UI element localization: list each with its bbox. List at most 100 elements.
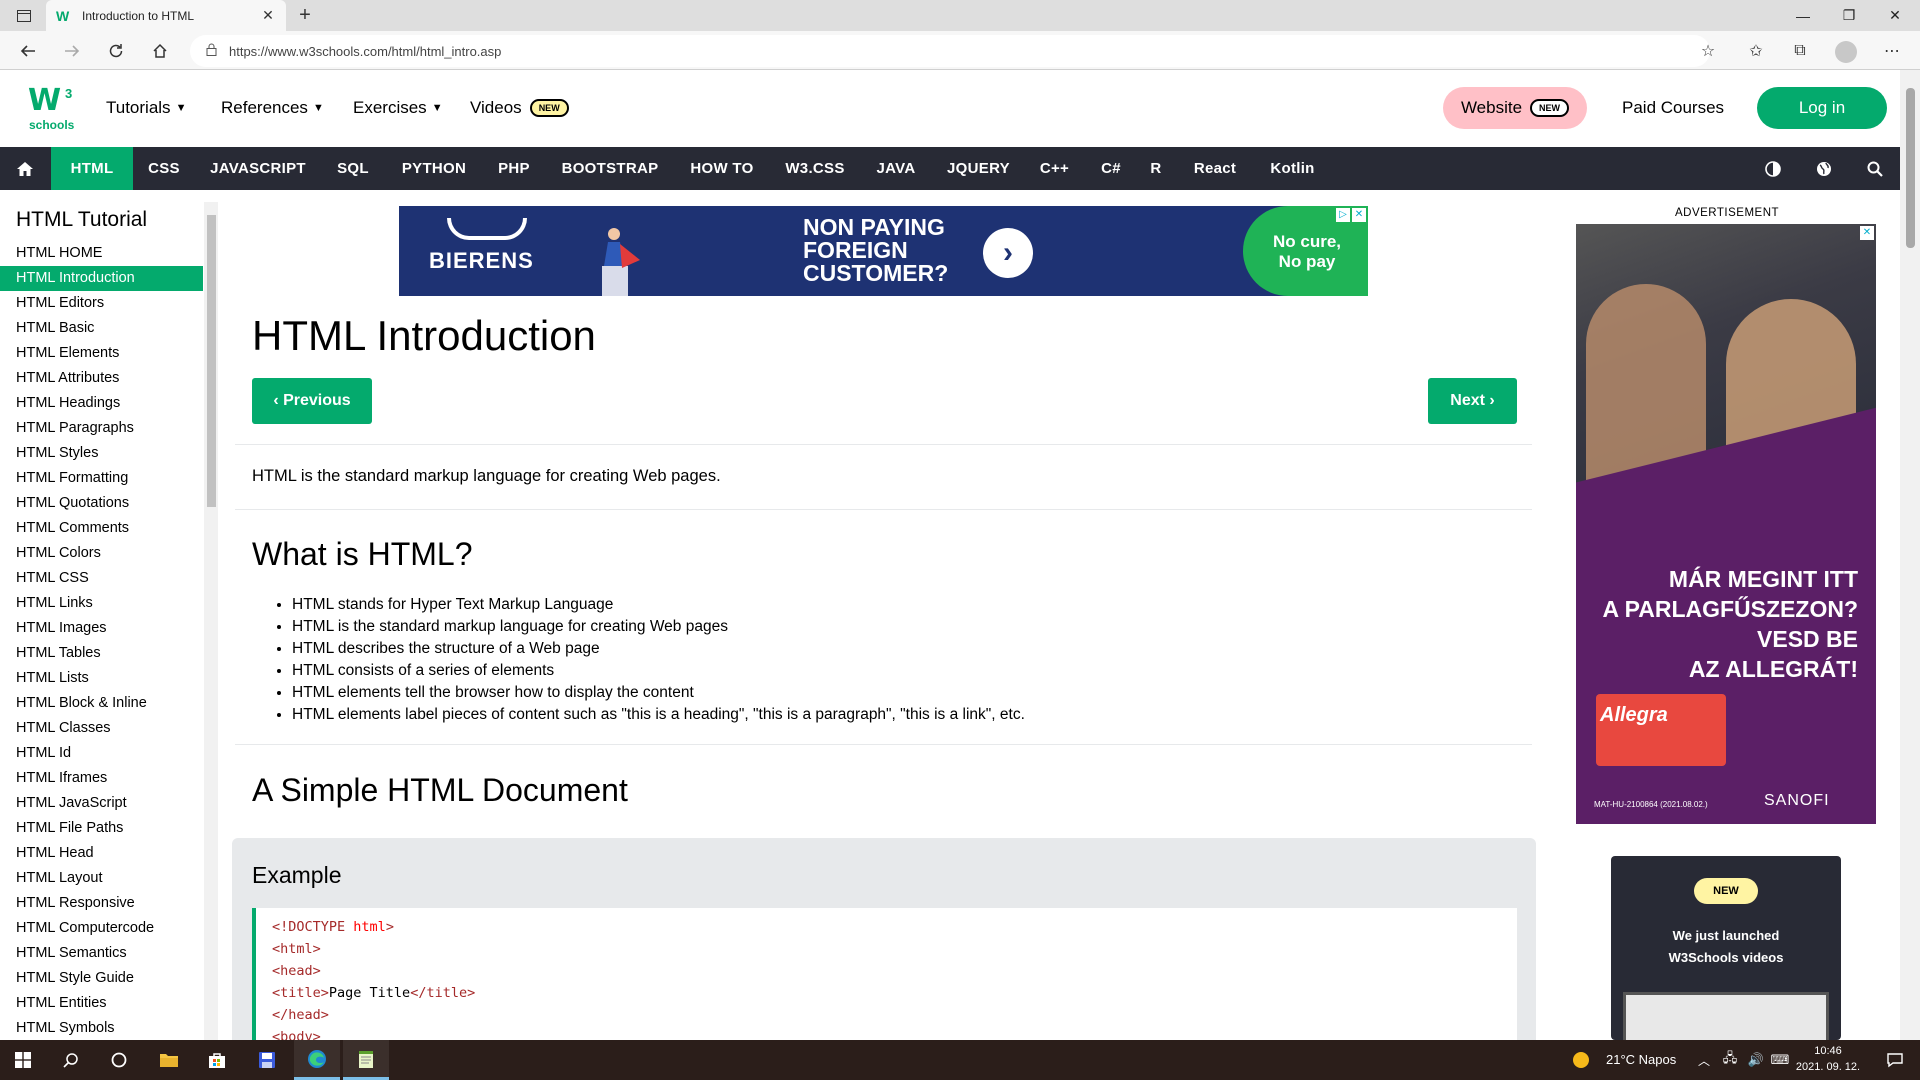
sidebar-item-html-id[interactable]: HTML Id (0, 741, 203, 766)
subnav-r[interactable]: R (1144, 147, 1168, 190)
sidebar-item-html-head[interactable]: HTML Head (0, 841, 203, 866)
sidebar-item-html-headings[interactable]: HTML Headings (0, 391, 203, 416)
url-field[interactable]: https://www.w3schools.com/html/html_intr… (190, 35, 1710, 67)
system-clock[interactable]: 10:46 2021. 09. 12. (1792, 1043, 1864, 1075)
windows-start-icon[interactable] (0, 1040, 46, 1080)
exercises-menu[interactable]: Exercises ▼ (353, 98, 443, 118)
cortana-icon[interactable] (96, 1040, 142, 1080)
sidebar-item-html-images[interactable]: HTML Images (0, 616, 203, 641)
subnav-javascript[interactable]: JAVASCRIPT (203, 147, 313, 190)
top-banner-ad[interactable]: BIERENS NON PAYING FOREIGN CUSTOMER? › N… (399, 206, 1368, 296)
chevron-right-icon[interactable]: › (983, 228, 1033, 278)
allegra-ad[interactable]: MÁR MEGINT ITT A PARLAGFŰSZEZON? VESD BE… (1576, 224, 1876, 824)
website-button[interactable]: Website NEW (1443, 87, 1587, 129)
sidebar-item-html-responsive[interactable]: HTML Responsive (0, 891, 203, 916)
save-app-icon[interactable] (244, 1040, 290, 1080)
forward-icon[interactable] (56, 35, 88, 67)
chevron-up-icon[interactable]: ︿ (1692, 1040, 1716, 1080)
videos-promo[interactable]: NEW We just launched W3Schools videos (1611, 856, 1841, 1040)
page-scrollbar-thumb[interactable] (1906, 88, 1915, 248)
weather-sun-icon[interactable] (1566, 1040, 1596, 1080)
sidebar-item-html-quotations[interactable]: HTML Quotations (0, 491, 203, 516)
sidebar-item-html-introduction[interactable]: HTML Introduction (0, 266, 203, 291)
sidebar-item-html-css[interactable]: HTML CSS (0, 566, 203, 591)
next-button[interactable]: Next › (1428, 378, 1517, 424)
tutorials-menu[interactable]: Tutorials ▼ (106, 98, 186, 118)
restore-icon[interactable]: ❐ (1826, 0, 1872, 31)
sidebar-item-html-javascript[interactable]: HTML JavaScript (0, 791, 203, 816)
subnav-html[interactable]: HTML (51, 147, 133, 190)
subnav-w3css[interactable]: W3.CSS (777, 147, 853, 190)
browser-tab[interactable]: W Introduction to HTML ✕ (46, 0, 286, 31)
sidebar-item-html-styles[interactable]: HTML Styles (0, 441, 203, 466)
subnav-jquery[interactable]: JQUERY (941, 147, 1016, 190)
collections-icon[interactable]: ⧉ (1784, 35, 1816, 67)
subnav-sql[interactable]: SQL (330, 147, 376, 190)
edge-browser-icon[interactable] (294, 1040, 340, 1080)
close-window-icon[interactable]: ✕ (1872, 0, 1918, 31)
tab-actions-icon[interactable] (8, 5, 40, 27)
profile-avatar[interactable] (1835, 41, 1857, 63)
refresh-icon[interactable] (100, 35, 132, 67)
sidebar-item-html-lists[interactable]: HTML Lists (0, 666, 203, 691)
subnav-java[interactable]: JAVA (866, 147, 926, 190)
sidebar-scrollbar-thumb[interactable] (207, 215, 216, 507)
more-menu-icon[interactable]: ⋯ (1876, 35, 1908, 67)
sidebar-item-html-file-paths[interactable]: HTML File Paths (0, 816, 203, 841)
sidebar-item-html-editors[interactable]: HTML Editors (0, 291, 203, 316)
sidebar-item-html-paragraphs[interactable]: HTML Paragraphs (0, 416, 203, 441)
subnav-css[interactable]: CSS (140, 147, 188, 190)
back-icon[interactable] (12, 35, 44, 67)
subnav-python[interactable]: PYTHON (394, 147, 474, 190)
add-favorite-icon[interactable]: ☆ (1692, 35, 1724, 67)
sidebar-item-html-layout[interactable]: HTML Layout (0, 866, 203, 891)
dark-mode-icon[interactable] (1756, 147, 1790, 190)
adchoices-icon[interactable]: ▷ (1336, 208, 1350, 222)
subnav-php[interactable]: PHP (489, 147, 539, 190)
favorites-icon[interactable]: ✩ (1740, 35, 1772, 67)
home-icon[interactable] (8, 147, 42, 190)
weather-text[interactable]: 21°C Napos (1606, 1052, 1676, 1067)
subnav-kotlin[interactable]: Kotlin (1260, 147, 1325, 190)
paid-courses-link[interactable]: Paid Courses (1622, 98, 1724, 118)
sidebar-item-html-semantics[interactable]: HTML Semantics (0, 941, 203, 966)
login-button[interactable]: Log in (1757, 87, 1887, 129)
volume-icon[interactable]: 🔊 (1744, 1040, 1768, 1080)
sidebar-item-html-formatting[interactable]: HTML Formatting (0, 466, 203, 491)
new-tab-button[interactable]: + (292, 4, 318, 28)
sidebar-item-html-entities[interactable]: HTML Entities (0, 991, 203, 1016)
sidebar-item-html-basic[interactable]: HTML Basic (0, 316, 203, 341)
search-icon[interactable] (48, 1040, 94, 1080)
sidebar-item-html-elements[interactable]: HTML Elements (0, 341, 203, 366)
subnav-csharp[interactable]: C# (1093, 147, 1129, 190)
videos-link[interactable]: Videos NEW (470, 98, 569, 118)
notepad-icon[interactable] (343, 1040, 389, 1080)
sidebar-item-html-tables[interactable]: HTML Tables (0, 641, 203, 666)
ad-choices[interactable]: ▷ ✕ (1336, 208, 1366, 222)
sidebar-item-html-iframes[interactable]: HTML Iframes (0, 766, 203, 791)
sidebar-item-html-block-inline[interactable]: HTML Block & Inline (0, 691, 203, 716)
globe-icon[interactable] (1807, 147, 1841, 190)
sidebar-item-html-style-guide[interactable]: HTML Style Guide (0, 966, 203, 991)
w3schools-logo[interactable]: W 3 schools (28, 86, 74, 133)
notifications-icon[interactable] (1872, 1040, 1918, 1080)
previous-button[interactable]: ‹ Previous (252, 378, 372, 424)
sidebar-item-html-attributes[interactable]: HTML Attributes (0, 366, 203, 391)
sidebar-item-html-classes[interactable]: HTML Classes (0, 716, 203, 741)
sidebar-item-html-symbols[interactable]: HTML Symbols (0, 1016, 203, 1041)
network-icon[interactable]: 🖧 (1718, 1040, 1742, 1080)
references-menu[interactable]: References ▼ (221, 98, 324, 118)
close-ad-icon[interactable]: ✕ (1860, 226, 1874, 240)
sidebar-item-html-computercode[interactable]: HTML Computercode (0, 916, 203, 941)
subnav-bootstrap[interactable]: BOOTSTRAP (554, 147, 666, 190)
sidebar-item-html-links[interactable]: HTML Links (0, 591, 203, 616)
store-icon[interactable] (194, 1040, 240, 1080)
sidebar-item-html-home[interactable]: HTML HOME (0, 241, 203, 266)
search-icon[interactable] (1858, 147, 1892, 190)
sidebar-item-html-colors[interactable]: HTML Colors (0, 541, 203, 566)
language-icon[interactable]: ⌨ (1768, 1040, 1792, 1080)
subnav-cpp[interactable]: C++ (1032, 147, 1077, 190)
close-ad-icon[interactable]: ✕ (1352, 208, 1366, 222)
close-tab-icon[interactable]: ✕ (260, 7, 276, 24)
minimize-icon[interactable]: — (1780, 0, 1826, 31)
